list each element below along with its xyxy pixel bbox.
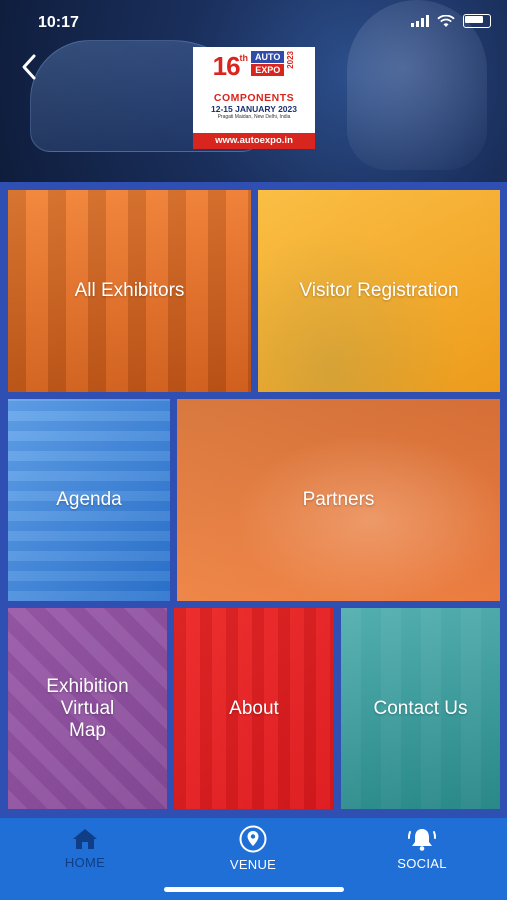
nav-social[interactable]: SOCIAL (362, 818, 482, 878)
nav-venue-label: VENUE (229, 856, 277, 872)
nav-social-label: SOCIAL (397, 855, 447, 871)
nav-home[interactable]: HOME (25, 818, 145, 878)
home-indicator (164, 887, 344, 892)
logo-url: www.autoexpo.in (193, 133, 315, 149)
logo-brand-line1: AUTO (251, 51, 285, 63)
tile-label: Contact Us (373, 697, 468, 719)
nav-venue[interactable]: VENUE (193, 818, 313, 878)
tile-agenda[interactable]: Agenda (8, 399, 170, 601)
battery-icon (463, 14, 491, 28)
logo-top: 16 th AUTO EXPO 2023 (197, 51, 311, 91)
tile-label: Visitor Registration (299, 280, 459, 301)
back-button[interactable] (12, 50, 46, 84)
tile-label: All Exhibitors (74, 280, 185, 301)
tile-exhibition-virtual-map[interactable]: Exhibition Virtual Map (8, 608, 167, 809)
location-pin-icon (239, 825, 267, 852)
logo-edition-suffix: th (239, 53, 249, 63)
auto-expo-logo: 16 th AUTO EXPO 2023 COMPONENTS 12-15 JA… (193, 47, 315, 149)
logo-year: 2023 (286, 51, 296, 69)
chevron-left-icon (22, 54, 36, 80)
tile-contact-us[interactable]: Contact Us (341, 608, 500, 809)
tile-label: Partners (302, 489, 375, 510)
tile-label: About (229, 697, 279, 719)
logo-dates: 12-15 JANUARY 2023 (211, 104, 297, 114)
tile-label: Agenda (56, 489, 122, 510)
cellular-signal-icon (411, 15, 429, 27)
menu-grid: All Exhibitors Visitor Registration Agen… (0, 182, 507, 818)
status-time: 10:17 (38, 14, 79, 31)
tile-partners[interactable]: Partners (177, 399, 500, 601)
tile-label: Exhibition Virtual Map (46, 675, 129, 741)
logo-edition-number: 16 (212, 51, 241, 81)
header: 10:17 16 th AUTO EXPO 2023 COMPONENTS 12… (0, 0, 507, 182)
home-icon (73, 828, 97, 849)
tile-visitor-registration[interactable]: Visitor Registration (258, 190, 500, 392)
tile-about[interactable]: About (174, 608, 334, 809)
status-icons (411, 14, 491, 28)
logo-brand: AUTO EXPO (251, 51, 285, 76)
logo-brand-line2: EXPO (251, 64, 285, 76)
tile-all-exhibitors[interactable]: All Exhibitors (8, 190, 251, 392)
logo-components: COMPONENTS (213, 92, 295, 104)
status-bar: 10:17 (0, 0, 507, 44)
logo-venue: Pragati Maidan, New Delhi, India (217, 114, 291, 120)
wifi-icon (437, 14, 455, 27)
nav-home-label: HOME (64, 854, 106, 870)
bell-icon (407, 828, 437, 851)
